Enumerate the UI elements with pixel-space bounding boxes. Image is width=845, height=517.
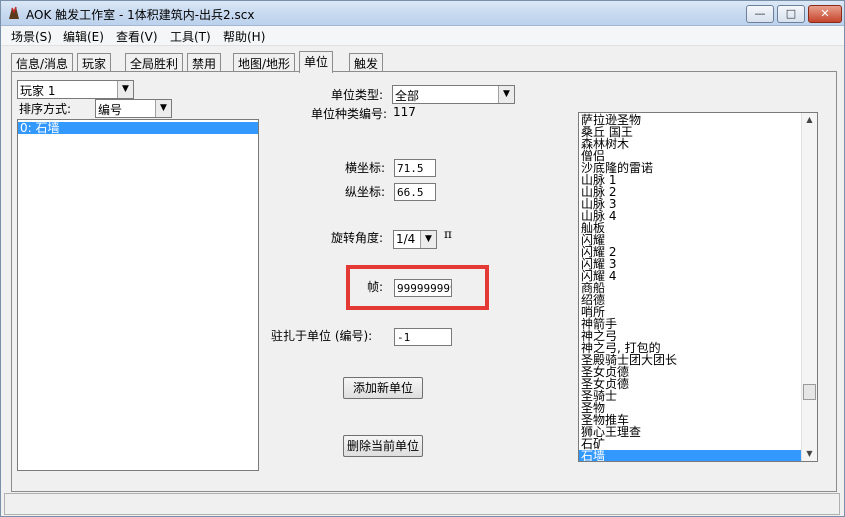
window-title: AOK 触发工作室 - 1体积建筑内-出兵2.scx (26, 8, 255, 22)
rotation-label: 旋转角度: (331, 231, 384, 245)
app-window: AOK 触发工作室 - 1体积建筑内-出兵2.scx — □ ✕ 场景(S) 编… (0, 0, 845, 517)
tab-players[interactable]: 玩家 (77, 53, 112, 72)
scroll-thumb[interactable] (803, 384, 816, 400)
y-coord-input[interactable]: 66.5 (394, 183, 436, 201)
placed-units-list[interactable]: 0: 石墙 (17, 119, 259, 471)
player-select-value: 玩家 1 (20, 84, 56, 98)
status-bar (4, 493, 840, 515)
tab-triggers[interactable]: 触发 (349, 53, 384, 72)
scroll-down-icon[interactable]: ▼ (802, 447, 817, 461)
chevron-down-icon: ▼ (498, 86, 514, 103)
sort-label: 排序方式: (19, 102, 72, 116)
list-item[interactable]: 圣骑士 (579, 390, 801, 402)
unit-id-value: 117 (393, 105, 416, 119)
unit-type-list[interactable]: 萨拉逊圣物 桑丘 国王 森林树木 僧侣 沙底隆的雷诺 山脉 1 山脉 2 山脉 3 山脉 4 舢板… (578, 112, 818, 462)
menu-tools[interactable]: 工具(T) (170, 28, 211, 45)
unit-id-label: 单位种类编号: (311, 107, 388, 121)
unit-type-select[interactable]: 全部 ▼ (392, 85, 515, 104)
chevron-down-icon: ▼ (420, 231, 436, 248)
pi-symbol: π (444, 227, 452, 241)
chevron-down-icon: ▼ (155, 100, 171, 117)
list-item[interactable]: 0: 石墙 (18, 122, 258, 134)
minimize-button[interactable]: — (746, 5, 774, 23)
list-item[interactable]: 闪耀 4 (579, 270, 801, 282)
delete-unit-button[interactable]: 删除当前单位 (343, 435, 423, 457)
frame-label: 帧: (367, 280, 384, 294)
list-item[interactable]: 商船 (579, 282, 801, 294)
chevron-down-icon: ▼ (117, 81, 133, 98)
sort-select[interactable]: 编号 ▼ (95, 99, 172, 118)
menu-edit[interactable]: 编辑(E) (63, 28, 104, 45)
list-item[interactable]: 石墙 (579, 450, 801, 461)
rotation-select[interactable]: 1/4 ▼ (393, 230, 437, 249)
unit-type-list-scrollbar[interactable]: ▲ ▼ (801, 113, 817, 461)
frame-input[interactable]: 999999999 (394, 279, 452, 297)
unit-type-select-value: 全部 (395, 89, 420, 103)
tab-disable[interactable]: 禁用 (187, 53, 222, 72)
list-item[interactable]: 舢板 (579, 222, 801, 234)
x-coord-input[interactable]: 71.5 (394, 159, 436, 177)
rotation-select-value: 1/4 (396, 232, 416, 246)
list-item[interactable]: 绍德 (579, 294, 801, 306)
player-select[interactable]: 玩家 1 ▼ (17, 80, 134, 99)
list-item[interactable]: 森林树木 (579, 138, 801, 150)
app-icon (9, 6, 19, 19)
x-coord-label: 横坐标: (345, 161, 386, 175)
maximize-button[interactable]: □ (777, 5, 805, 23)
y-coord-label: 纵坐标: (345, 185, 386, 199)
menu-scene[interactable]: 场景(S) (11, 28, 52, 45)
garrison-label: 驻扎于单位 (编号): (271, 329, 373, 343)
menu-help[interactable]: 帮助(H) (223, 28, 265, 45)
close-button[interactable]: ✕ (808, 5, 842, 23)
menu-bar: 场景(S) 编辑(E) 查看(V) 工具(T) 帮助(H) (1, 26, 844, 46)
list-item[interactable]: 山脉 4 (579, 210, 801, 222)
tab-map-terrain[interactable]: 地图/地形 (233, 53, 296, 72)
tab-info-message[interactable]: 信息/消息 (11, 53, 74, 72)
add-unit-button[interactable]: 添加新单位 (343, 377, 423, 399)
tab-units[interactable]: 单位 (299, 51, 334, 73)
sort-select-value: 编号 (98, 103, 123, 117)
list-item[interactable]: 石矿 (579, 438, 801, 450)
title-bar[interactable]: AOK 触发工作室 - 1体积建筑内-出兵2.scx — □ ✕ (1, 1, 844, 26)
list-item[interactable]: 狮心王理查 (579, 426, 801, 438)
tab-global-victory[interactable]: 全局胜利 (125, 53, 184, 72)
scroll-up-icon[interactable]: ▲ (802, 113, 817, 127)
garrison-input[interactable]: -1 (394, 328, 452, 346)
unit-type-label: 单位类型: (331, 88, 384, 102)
menu-view[interactable]: 查看(V) (116, 28, 158, 45)
